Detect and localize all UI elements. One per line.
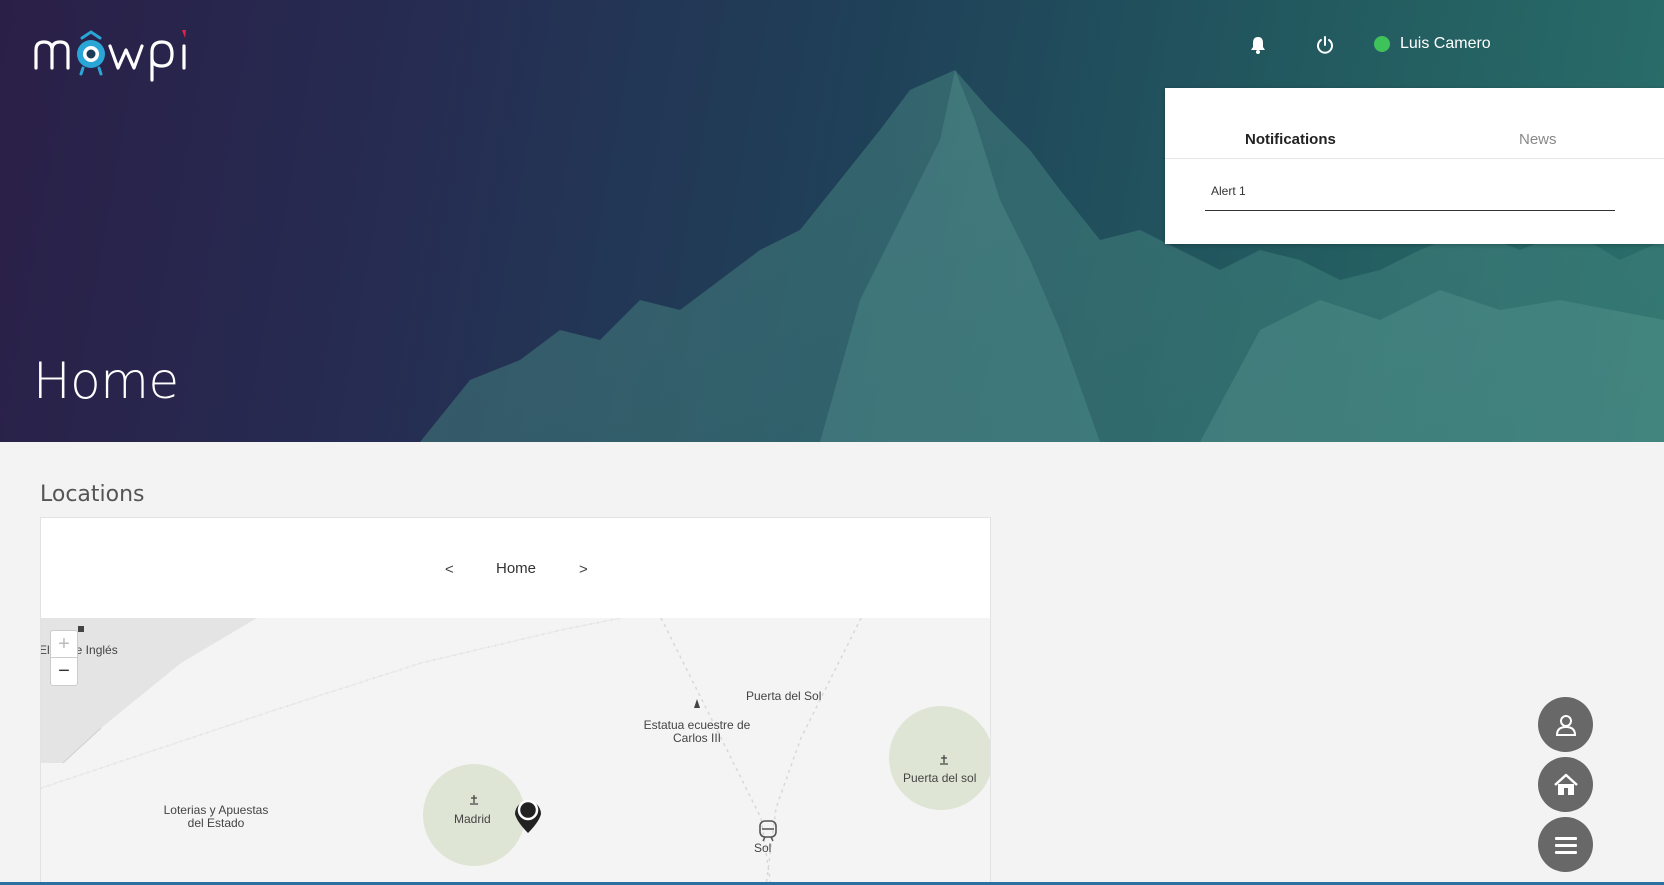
locations-title: Locations	[40, 482, 145, 507]
power-icon[interactable]	[1314, 34, 1336, 56]
location-navigator: < Home >	[41, 518, 990, 618]
map-label-sol: Sol	[754, 841, 772, 855]
map-canvas[interactable]	[41, 618, 991, 885]
map-zoom-control: + −	[50, 630, 78, 686]
notifications-tabs: Notifications News	[1165, 88, 1664, 159]
profile-button[interactable]	[1538, 697, 1593, 752]
previous-location-button[interactable]: <	[445, 561, 454, 578]
bell-icon[interactable]	[1247, 34, 1269, 56]
location-map[interactable]: El Corte Inglés Puerta del Sol Estatua e…	[41, 618, 991, 885]
page-title: Home	[33, 352, 179, 410]
zoom-in-button[interactable]: +	[51, 631, 77, 658]
zoom-out-button[interactable]: −	[51, 658, 77, 685]
map-label-puerta-del-sol-park: Puerta del sol	[903, 771, 977, 785]
home-icon	[1553, 773, 1578, 795]
user-name[interactable]: Luis Camero	[1400, 35, 1491, 53]
next-location-button[interactable]: >	[579, 561, 588, 578]
map-label-madrid: Madrid	[454, 812, 491, 826]
map-label-puerta-del-sol-street: Puerta del Sol	[746, 689, 822, 703]
locations-card: < Home > El Corte Inglés Puerta del Sol …	[40, 517, 991, 885]
map-label-estatua-carlos-iii: Estatua ecuestre de Carlos III	[643, 718, 751, 745]
user-icon	[1555, 714, 1576, 736]
tab-notifications[interactable]: Notifications	[1245, 131, 1336, 148]
current-location-label: Home	[496, 560, 537, 577]
menu-icon	[1554, 836, 1577, 854]
menu-button[interactable]	[1538, 817, 1593, 872]
mowpi-logo[interactable]	[34, 28, 194, 84]
home-button[interactable]	[1538, 757, 1593, 812]
alert-item[interactable]: Alert 1	[1205, 182, 1615, 211]
tab-news[interactable]: News	[1519, 131, 1557, 148]
map-label-loterias: Loterias y Apuestas del Estado	[163, 803, 269, 830]
user-status-indicator	[1374, 36, 1390, 52]
notifications-panel: Notifications News Alert 1	[1165, 88, 1664, 244]
